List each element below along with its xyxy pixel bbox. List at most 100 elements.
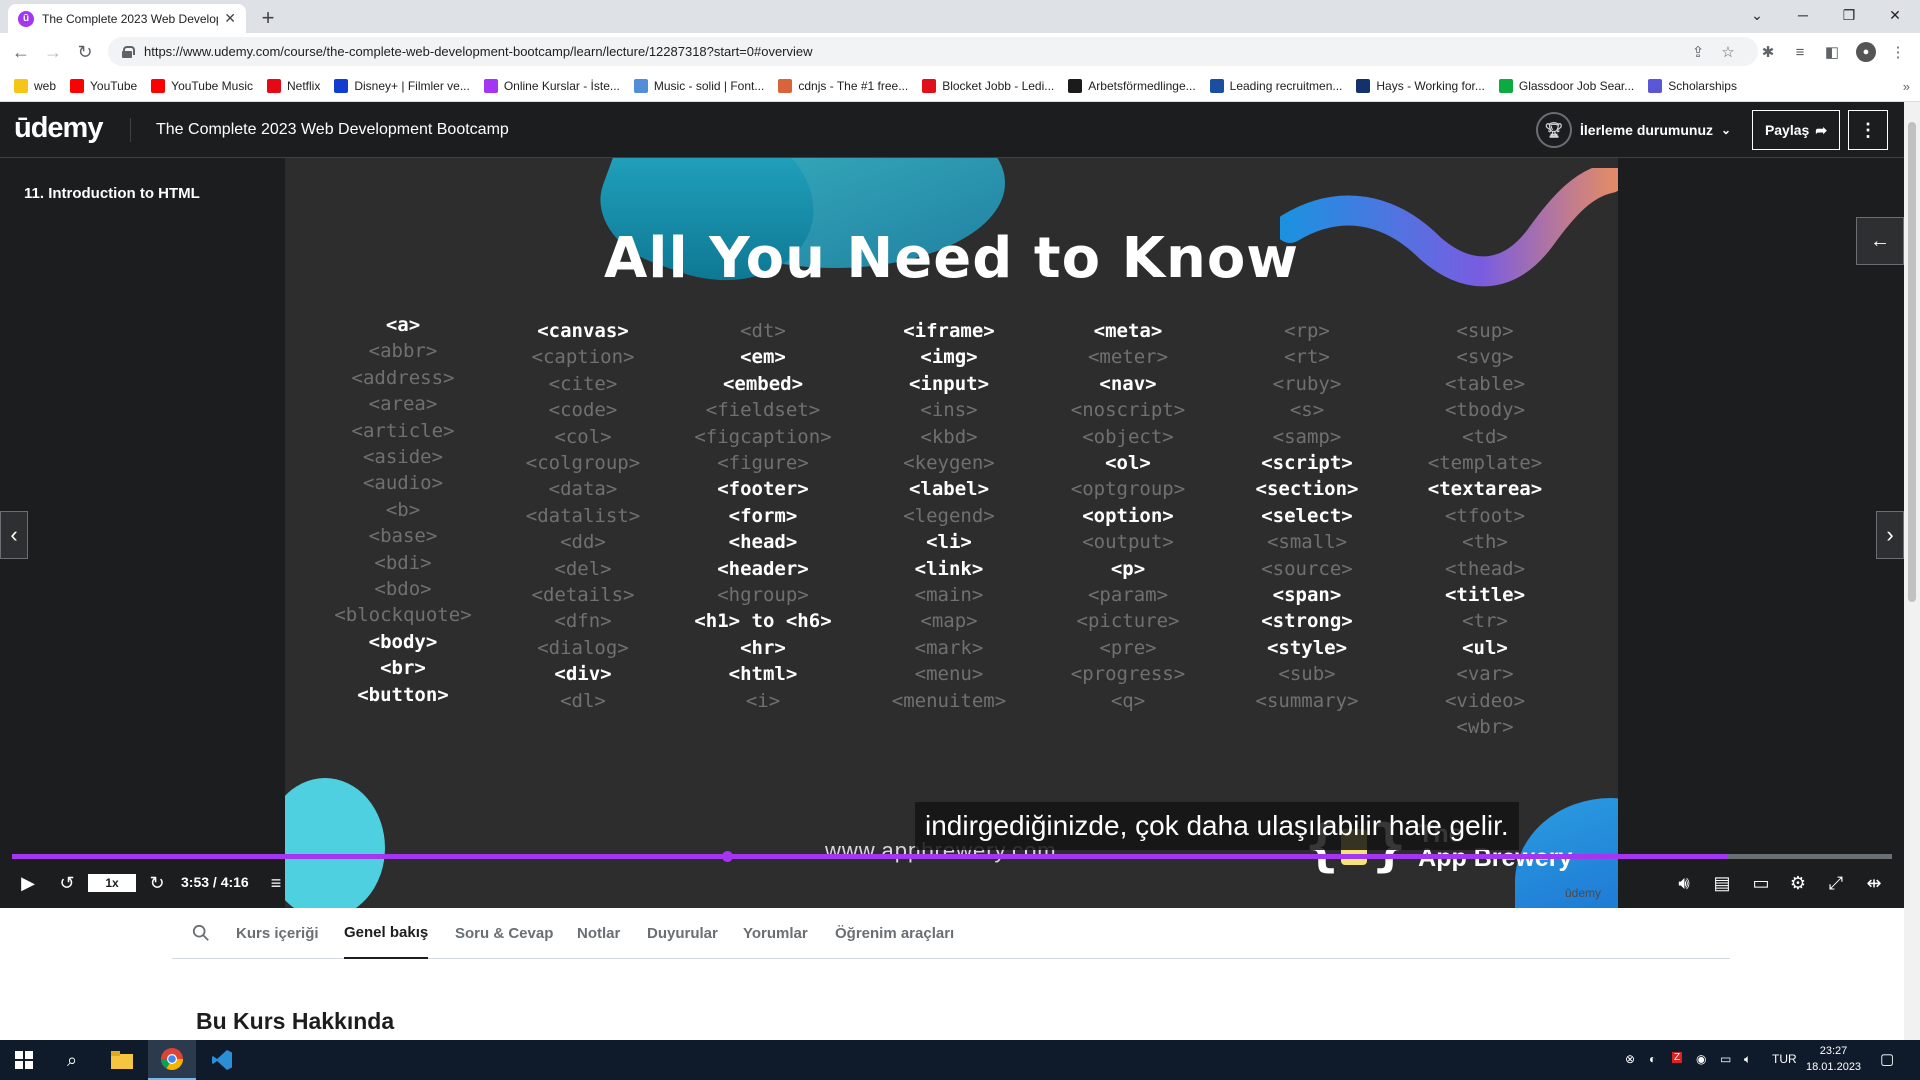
new-tab-button[interactable]: + <box>254 5 282 31</box>
content-tab[interactable]: Soru & Cevap <box>455 908 553 959</box>
content-tab[interactable]: Duyurular <box>647 908 718 959</box>
html-tag-item: <li> <box>926 531 972 554</box>
share-page-icon[interactable]: ⇪ <box>1688 42 1708 62</box>
bookmark-item[interactable]: Hays - Working for... <box>1356 79 1485 93</box>
bookmark-item[interactable]: web <box>14 79 56 93</box>
tray-app-icon[interactable]: ◐ <box>1649 1052 1656 1066</box>
minimize-button[interactable]: ─ <box>1780 0 1826 30</box>
html-tag-item: <map> <box>920 610 978 633</box>
file-explorer-icon[interactable] <box>98 1040 146 1080</box>
bookmark-item[interactable]: YouTube <box>70 79 137 93</box>
expand-icon[interactable]: ⇹ <box>1862 872 1886 894</box>
bookmark-item[interactable]: Music - solid | Font... <box>633 79 764 93</box>
tab-search-icon[interactable]: ⌄ <box>1734 0 1780 30</box>
udemy-logo[interactable]: ūdemy <box>14 112 103 145</box>
timeline-marker[interactable] <box>722 851 733 862</box>
network-icon[interactable]: ▭ <box>1720 1052 1731 1066</box>
bookmark-star-icon[interactable]: ☆ <box>1718 42 1738 62</box>
close-window-button[interactable]: ✕ <box>1872 0 1918 30</box>
bookmarks-overflow-icon[interactable]: » <box>1903 79 1910 94</box>
transcript-icon[interactable]: ▤ <box>1710 872 1734 894</box>
captions-icon[interactable]: ▭ <box>1748 872 1774 894</box>
content-tab[interactable]: Yorumlar <box>743 908 808 959</box>
settings-icon[interactable]: ⚙ <box>1786 872 1810 894</box>
bookmark-item[interactable]: cdnjs - The #1 free... <box>778 79 908 93</box>
bookmark-item[interactable]: Online Kurslar - İste... <box>483 79 620 93</box>
system-clock[interactable]: 23:27 18.01.2023 <box>1806 1043 1861 1075</box>
media-control-icon[interactable]: ≡ <box>1790 42 1810 62</box>
tab-close-icon[interactable]: ✕ <box>224 10 236 27</box>
forward-icon[interactable]: → <box>42 41 64 63</box>
progress-dropdown[interactable]: 🏆︎ İlerleme durumunuz ⌄ <box>1536 112 1731 148</box>
tray-badge-icon[interactable]: Z <box>1672 1052 1683 1063</box>
xbox-icon[interactable]: ⊗ <box>1625 1052 1635 1066</box>
course-title[interactable]: The Complete 2023 Web Development Bootca… <box>156 121 509 139</box>
bookmark-icon <box>14 79 28 93</box>
rewind-icon[interactable]: ↺ <box>56 872 78 894</box>
video-frame[interactable]: All You Need to Know <a> <abbr> <address> <… <box>285 158 1618 908</box>
volume-icon[interactable]: 🔊︎ <box>1672 872 1696 894</box>
video-player[interactable]: 11. Introduction to HTML All You Need to… <box>0 158 1904 908</box>
html-tag-item: <var> <box>1456 663 1514 686</box>
notifications-icon[interactable]: ▢ <box>1880 1050 1894 1068</box>
language-indicator[interactable]: TUR <box>1772 1052 1797 1066</box>
bookmark-icon <box>70 79 85 93</box>
time-display: 3:53 / 4:16 <box>181 874 249 890</box>
next-lecture-button[interactable]: › <box>1876 511 1904 559</box>
collapse-sidebar-button[interactable]: ← <box>1856 217 1904 265</box>
bookmark-item[interactable]: Leading recruitmen... <box>1209 79 1342 93</box>
bookmark-item[interactable]: Glassdoor Job Sear... <box>1498 79 1634 93</box>
forward-icon[interactable]: ↻ <box>146 872 168 894</box>
add-note-icon[interactable]: ≡ <box>264 872 288 894</box>
search-icon[interactable]: ⌕ <box>48 1040 96 1080</box>
bookmark-item[interactable]: Scholarships <box>1648 79 1737 93</box>
html-tag-item: <video> <box>1444 689 1526 712</box>
side-panel-icon[interactable]: ◧ <box>1822 42 1842 62</box>
page-scrollbar[interactable] <box>1904 102 1920 1040</box>
scrollbar-thumb[interactable] <box>1908 122 1916 602</box>
bookmark-item[interactable]: Arbetsförmedlinge... <box>1068 79 1196 93</box>
html-tag-item: <b> <box>385 498 421 521</box>
playback-speed-button[interactable]: 1x <box>88 874 136 892</box>
speaker-icon[interactable]: 🔈︎ <box>1744 1052 1751 1067</box>
html-tag-item: <source> <box>1261 557 1353 580</box>
html-tag-item: <dt> <box>740 320 786 342</box>
back-icon[interactable]: ← <box>10 41 32 63</box>
browser-toolbar: ← → ↻ https://www.udemy.com/course/the-c… <box>0 33 1920 71</box>
profile-avatar[interactable]: ● <box>1856 42 1876 62</box>
html-tag-item: <meter> <box>1087 346 1169 369</box>
search-icon[interactable] <box>192 924 210 942</box>
html-tag-item: <link> <box>914 557 984 580</box>
fullscreen-icon[interactable]: ⤢ <box>1824 872 1848 894</box>
more-options-button[interactable]: ⋮ <box>1848 110 1888 150</box>
browser-tab[interactable]: ū The Complete 2023 Web Develop ✕ <box>8 4 246 33</box>
chrome-menu-icon[interactable]: ⋮ <box>1888 42 1908 62</box>
bookmark-item[interactable]: YouTube Music <box>151 79 253 93</box>
address-bar[interactable]: https://www.udemy.com/course/the-complet… <box>108 37 1758 66</box>
html-tag-item: <rp> <box>1284 320 1330 342</box>
html-tag-item: <main> <box>914 584 984 607</box>
lock-icon <box>122 45 135 58</box>
vscode-icon[interactable] <box>198 1040 246 1080</box>
content-tab[interactable]: Notlar <box>577 908 620 959</box>
content-tab[interactable]: Kurs içeriği <box>236 908 319 959</box>
reload-icon[interactable]: ↻ <box>74 41 96 63</box>
extensions-icon[interactable]: ✱ <box>1758 42 1778 62</box>
restore-button[interactable]: ❐ <box>1826 0 1872 30</box>
previous-lecture-button[interactable]: ‹ <box>0 511 28 559</box>
chrome-icon[interactable] <box>148 1040 196 1080</box>
html-tag-item: <iframe> <box>903 320 995 342</box>
windows-start-icon[interactable] <box>0 1040 48 1080</box>
content-tab[interactable]: Öğrenim araçları <box>835 908 954 959</box>
bookmark-item[interactable]: Disney+ | Filmler ve... <box>334 79 470 93</box>
content-tab[interactable]: Genel bakış <box>344 908 429 959</box>
steam-icon[interactable]: ◉ <box>1696 1052 1706 1066</box>
progress-timeline[interactable] <box>12 851 1892 862</box>
bookmark-item[interactable]: Netflix <box>267 79 320 93</box>
html-tag-item: <dd> <box>560 531 606 554</box>
share-button[interactable]: Paylaş ➦ <box>1752 110 1840 150</box>
bookmark-item[interactable]: Blocket Jobb - Ledi... <box>922 79 1054 93</box>
bookmark-icon <box>633 79 648 93</box>
bookmark-label: Online Kurslar - İste... <box>503 79 620 93</box>
play-icon[interactable]: ▶ <box>18 872 38 894</box>
